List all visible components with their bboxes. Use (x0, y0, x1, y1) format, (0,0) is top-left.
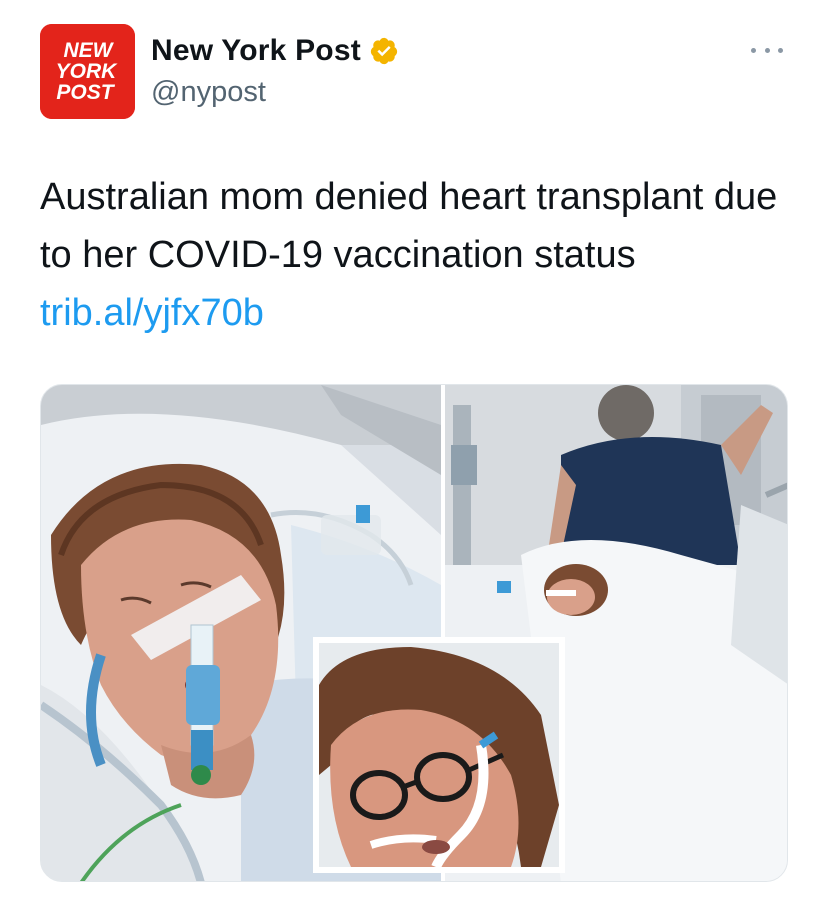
tweet-card: NEW YORK POST New York Post @nypost Aust… (0, 0, 828, 904)
author-name-row: New York Post (151, 34, 399, 68)
tweet-link[interactable]: trib.al/yjfx70b (40, 292, 264, 334)
inset-photo (313, 637, 565, 873)
tweet-text: Australian mom denied heart transplant d… (40, 168, 780, 342)
hospital-photo-collage (41, 385, 787, 881)
logo-line-1: NEW (64, 39, 115, 62)
nypost-logo-icon: NEW YORK POST (40, 24, 135, 119)
logo-line-3: POST (56, 81, 115, 104)
author-avatar[interactable]: NEW YORK POST (40, 24, 135, 119)
logo-line-2: YORK (56, 60, 119, 83)
tweet-media-image[interactable] (40, 384, 788, 882)
author-handle[interactable]: @nypost (151, 76, 266, 109)
verified-badge-icon (369, 36, 399, 66)
more-options-icon[interactable] (751, 40, 783, 60)
tweet-body: Australian mom denied heart transplant d… (40, 176, 778, 276)
author-display-name[interactable]: New York Post (151, 34, 361, 68)
